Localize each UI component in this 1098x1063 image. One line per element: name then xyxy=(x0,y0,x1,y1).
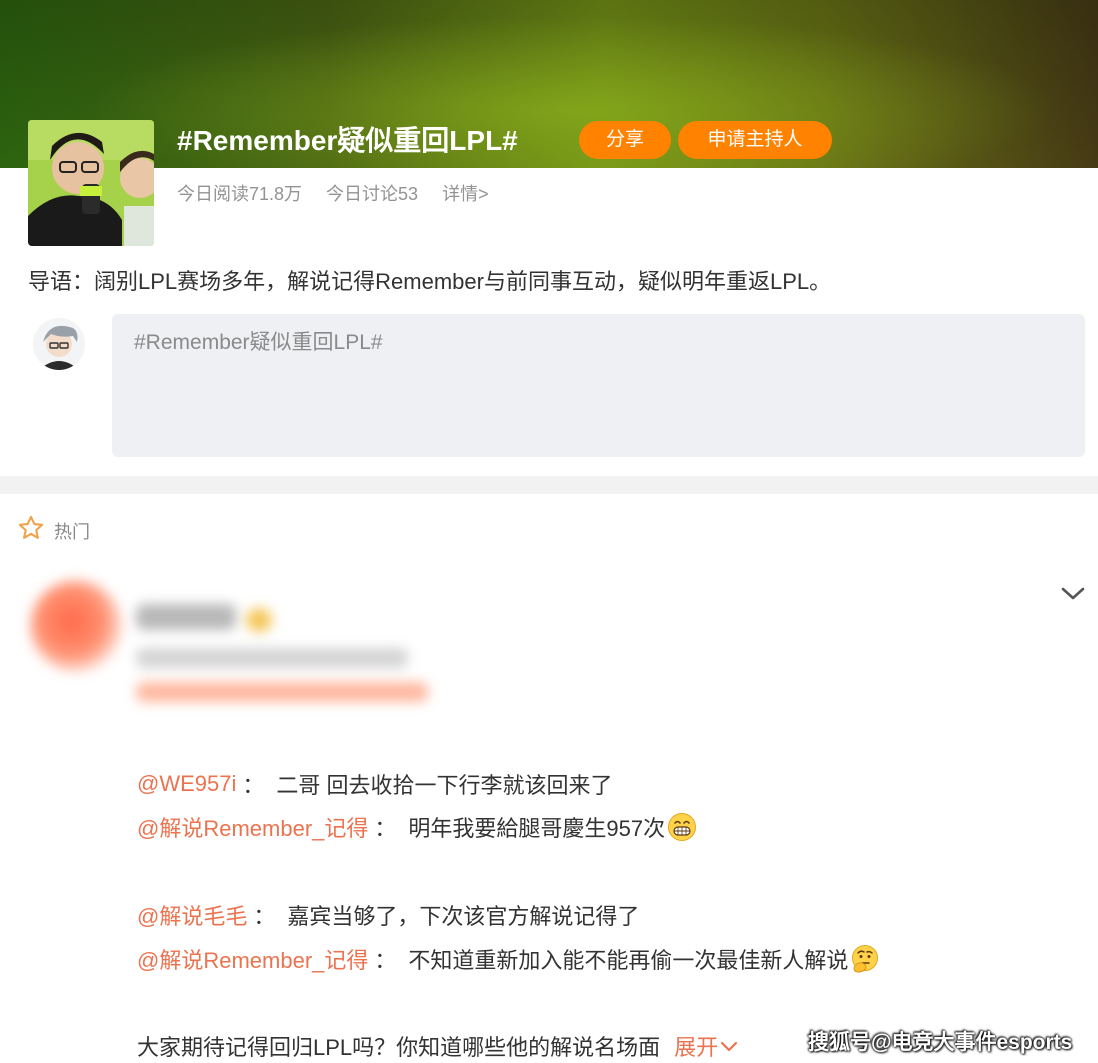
comment-question: 大家期待记得回归LPL吗？你知道哪些他的解说名场面 xyxy=(137,1035,661,1060)
chat-text: 不知道重新加入能不能再偷一次最佳新人解说 xyxy=(408,948,849,973)
topic-lead: 导语：阔别LPL赛场多年，解说记得Remember与前同事互动，疑似明年重返LP… xyxy=(28,269,832,294)
mention-link[interactable]: @解说毛毛 xyxy=(137,899,247,931)
share-button[interactable]: 分享 xyxy=(579,121,671,159)
mention-link[interactable]: @WE957i xyxy=(137,771,236,797)
comment-source-blurred xyxy=(136,682,428,702)
read-count: 今日阅读71.8万 xyxy=(177,184,303,204)
source-watermark: 搜狐号@电竞大事件esports xyxy=(808,1031,1073,1054)
details-link[interactable]: 详情> xyxy=(442,180,489,206)
chat-line: @解说Remember_记得 ： 明年我要給腿哥慶生957次 xyxy=(137,811,697,843)
chat-text: 二哥 回去收拾一下行李就该回来了 xyxy=(276,773,613,798)
hot-header: 热门 xyxy=(16,514,90,547)
comment-compose-box[interactable]: #Remember疑似重回LPL# xyxy=(112,314,1085,457)
star-outline-icon xyxy=(16,514,46,547)
comment-meta-blurred xyxy=(136,648,408,668)
topic-stats: 今日阅读71.8万 今日讨论53 详情> xyxy=(177,180,489,206)
topic-title: #Remember疑似重回LPL# xyxy=(177,125,518,156)
chat-text: 嘉宾当够了，下次该官方解说记得了 xyxy=(287,904,640,929)
commenter-name-blurred xyxy=(136,604,236,630)
chat-line: @解说Remember_记得 ： 不知道重新加入能不能再偷一次最佳新人解说 xyxy=(137,943,880,975)
topic-avatar xyxy=(28,120,154,246)
chat-line: @解说毛毛 ： 嘉宾当够了，下次该官方解说记得了 xyxy=(137,899,639,931)
comment-question-line: 大家期待记得回归LPL吗？你知道哪些他的解说名场面 展开 xyxy=(137,1030,738,1062)
grin-emoji-icon xyxy=(667,812,697,842)
thinking-emoji-icon xyxy=(850,944,880,974)
hot-label: 热门 xyxy=(54,521,90,542)
compose-text: #Remember疑似重回LPL# xyxy=(134,331,383,354)
section-divider xyxy=(0,476,1098,494)
mention-link[interactable]: @解说Remember_记得 xyxy=(137,811,368,843)
user-avatar[interactable] xyxy=(33,318,85,370)
discuss-count: 今日讨论53 xyxy=(326,184,419,204)
topic-banner xyxy=(0,0,1098,168)
mention-link[interactable]: @解说Remember_记得 xyxy=(137,943,368,975)
commenter-badge-blurred xyxy=(246,608,272,632)
expand-button[interactable]: 展开 xyxy=(674,1030,738,1062)
chevron-down-icon xyxy=(720,1033,738,1059)
chat-line: @WE957i ： 二哥 回去收拾一下行李就该回来了 xyxy=(137,768,613,800)
chat-text: 明年我要給腿哥慶生957次 xyxy=(408,816,666,841)
commenter-avatar-blurred xyxy=(30,580,122,672)
apply-host-button[interactable]: 申请主持人 xyxy=(678,121,832,159)
chevron-down-icon[interactable] xyxy=(1060,582,1086,604)
